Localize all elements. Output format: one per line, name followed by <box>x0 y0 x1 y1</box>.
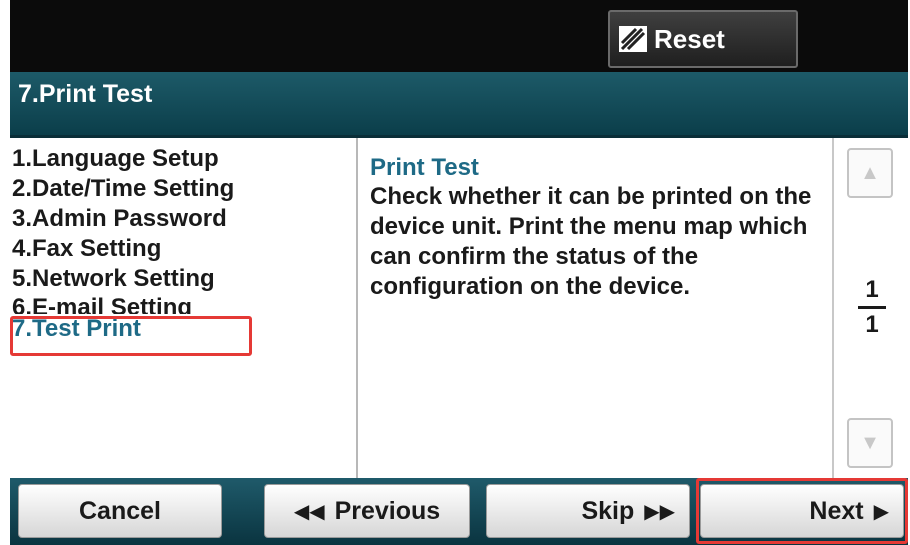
previous-button[interactable]: ◀◀ Previous <box>264 484 470 538</box>
menu-item-network-setting[interactable]: 5.Network Setting <box>10 264 355 294</box>
content-area: 1.Language Setup 2.Date/Time Setting 3.A… <box>10 138 908 478</box>
menu-list: 1.Language Setup 2.Date/Time Setting 3.A… <box>10 144 355 474</box>
menu-item-language-setup[interactable]: 1.Language Setup <box>10 144 355 174</box>
menu-item-date-time-setting[interactable]: 2.Date/Time Setting <box>10 174 355 204</box>
cancel-button[interactable]: Cancel <box>18 484 222 538</box>
previous-label: Previous <box>334 496 441 525</box>
scroll-up-button[interactable]: ▲ <box>847 148 893 198</box>
down-arrow-icon: ▼ <box>860 431 880 454</box>
scroll-column: ▲ 1 1 ▼ <box>832 138 908 478</box>
next-button-highlight <box>696 478 908 544</box>
page-current: 1 <box>865 276 879 303</box>
double-chevron-right-icon: ▶▶ <box>644 500 675 523</box>
page-indicator: 1 1 <box>834 276 910 339</box>
up-arrow-icon: ▲ <box>860 161 880 184</box>
double-chevron-left-icon: ◀◀ <box>293 500 325 523</box>
page-total: 1 <box>865 311 879 338</box>
description-title: Print Test <box>370 154 479 181</box>
scroll-down-button[interactable]: ▼ <box>847 418 893 468</box>
selection-highlight <box>10 316 252 356</box>
bottom-bar: Cancel ◀◀ Previous Skip ▶▶ Next ▶ <box>10 478 908 545</box>
reset-icon <box>619 26 647 52</box>
menu-item-email-setting[interactable]: 6.E-mail Setting <box>10 294 355 314</box>
description-panel: Print Test Check whether it can be print… <box>370 154 830 302</box>
menu-item-fax-setting[interactable]: 4.Fax Setting <box>10 234 355 264</box>
menu-item-admin-password[interactable]: 3.Admin Password <box>10 204 355 234</box>
reset-button[interactable]: Reset <box>608 10 798 68</box>
page-title: 7.Print Test <box>10 72 908 138</box>
description-body: Check whether it can be printed on the d… <box>370 183 812 300</box>
page-divider-line <box>858 306 886 309</box>
cancel-label: Cancel <box>79 496 161 525</box>
reset-label: Reset <box>654 23 725 54</box>
skip-label: Skip <box>581 496 635 525</box>
skip-button[interactable]: Skip ▶▶ <box>486 484 690 538</box>
top-bar: Reset <box>10 0 908 72</box>
divider <box>356 138 358 478</box>
